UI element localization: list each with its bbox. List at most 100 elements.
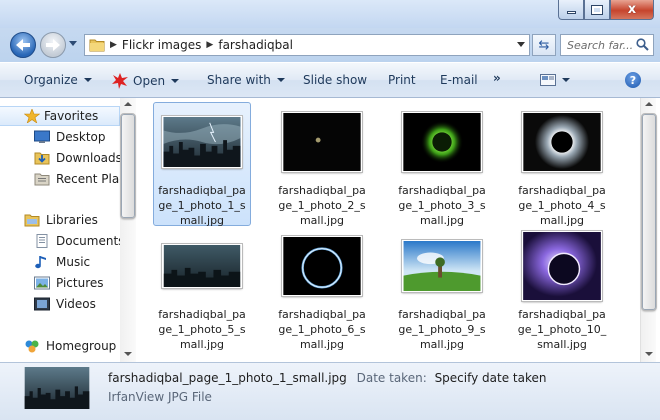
file-name: farshadiqbal_page_1_photo_1_small.jpg <box>158 184 246 227</box>
photo-black-eclipse-thumbnail <box>521 111 603 173</box>
file-name: farshadiqbal_page_1_photo_5_small.jpg <box>158 308 246 351</box>
maximize-button[interactable] <box>584 0 610 20</box>
search-input[interactable] <box>561 35 633 55</box>
nav-videos[interactable]: Videos <box>0 294 96 314</box>
search-icon[interactable] <box>636 38 649 51</box>
file-tile[interactable]: farshadiqbal_page_1_photo_1_small.jpg <box>153 102 251 227</box>
more-commands-button[interactable]: » <box>493 71 501 85</box>
nav-favorites[interactable]: Favorites <box>0 106 120 126</box>
file-name: farshadiqbal_page_1_photo_2_small.jpg <box>278 184 366 227</box>
nav-homegroup[interactable]: Homegroup <box>0 336 116 356</box>
chevron-down-icon <box>83 78 92 82</box>
file-name: farshadiqbal_page_1_photo_10_small.jpg <box>517 308 607 351</box>
share-with-button[interactable]: Share with <box>207 73 285 87</box>
nav-homegroup-label: Homegroup <box>46 339 117 353</box>
date-taken-label: Date taken: <box>356 371 427 385</box>
homegroup-icon <box>25 340 39 353</box>
nav-libraries[interactable]: Libraries <box>0 210 98 230</box>
details-pane: farshadiqbal_page_1_photo_1_small.jpg Da… <box>0 362 660 420</box>
nav-videos-label: Videos <box>56 297 96 311</box>
date-taken-value[interactable]: Specify date taken <box>435 371 547 385</box>
file-name: farshadiqbal_page_1_photo_9_small.jpg <box>398 308 486 351</box>
help-icon: ? <box>629 73 637 87</box>
close-icon: x <box>627 2 637 17</box>
folder-icon <box>89 39 105 52</box>
nav-downloads[interactable]: Downloads <box>0 148 122 168</box>
close-button[interactable]: x <box>610 0 654 20</box>
nav-pictures-label: Pictures <box>56 276 104 290</box>
nav-downloads-label: Downloads <box>56 151 122 165</box>
nav-libraries-label: Libraries <box>46 213 98 227</box>
nav-documents[interactable]: Documents <box>0 231 124 251</box>
file-tile[interactable]: farshadiqbal_page_1_photo_5_small.jpg <box>153 226 251 351</box>
star-icon <box>24 109 40 123</box>
organize-label: Organize <box>24 73 78 87</box>
forward-button[interactable] <box>40 32 66 58</box>
refresh-button[interactable]: ⇆ <box>532 34 556 56</box>
slideshow-label: Slide show <box>303 73 368 87</box>
navigation-scrollbar[interactable] <box>120 98 136 362</box>
address-dropdown-icon[interactable] <box>517 42 525 47</box>
breadcrumb-separator-icon[interactable]: ▶ <box>206 40 213 50</box>
videos-icon <box>34 297 50 311</box>
file-name: farshadiqbal_page_1_photo_3_small.jpg <box>398 184 486 227</box>
scroll-up-icon[interactable] <box>645 102 653 106</box>
breadcrumb-farshadiqbal[interactable]: farshadiqbal <box>218 38 293 52</box>
organize-button[interactable]: Organize <box>24 73 92 87</box>
scroll-thumb[interactable] <box>641 113 657 311</box>
scroll-up-icon[interactable] <box>124 102 132 106</box>
minimize-icon <box>566 11 576 14</box>
file-tile[interactable]: farshadiqbal_page_1_photo_2_small.jpg <box>273 102 371 227</box>
address-bar[interactable]: ▶ Flickr images ▶ farshadiqbal <box>84 34 530 56</box>
scroll-thumb[interactable] <box>120 113 136 219</box>
nav-music[interactable]: Music <box>0 252 90 272</box>
file-tile[interactable]: farshadiqbal_page_1_photo_4_small.jpg <box>513 102 611 227</box>
nav-recent-places[interactable]: Recent Places <box>0 169 135 189</box>
minimize-button[interactable] <box>558 0 584 20</box>
desktop-icon <box>34 130 50 143</box>
print-button[interactable]: Print <box>388 73 416 87</box>
selected-file-thumbnail <box>24 367 90 409</box>
open-button[interactable]: Open <box>112 73 180 89</box>
breadcrumb-separator-icon[interactable]: ▶ <box>110 40 117 50</box>
file-tile[interactable]: farshadiqbal_page_1_photo_10_small.jpg <box>513 226 611 351</box>
breadcrumb-flickr-images[interactable]: Flickr images <box>122 38 202 52</box>
chevron-down-icon <box>562 78 570 82</box>
view-icon <box>540 74 556 86</box>
change-view-button[interactable] <box>540 74 570 86</box>
open-label: Open <box>133 74 166 88</box>
scroll-down-icon[interactable] <box>124 352 132 356</box>
photo-purple-eclipse-thumbnail <box>521 230 603 302</box>
search-box[interactable] <box>560 34 654 56</box>
share-label: Share with <box>207 73 271 87</box>
details-filename: farshadiqbal_page_1_photo_1_small.jpg <box>108 371 347 385</box>
nav-pictures[interactable]: Pictures <box>0 273 104 293</box>
details-file-info: farshadiqbal_page_1_photo_1_small.jpg Da… <box>108 371 546 385</box>
chevron-down-icon <box>276 78 285 82</box>
file-name: farshadiqbal_page_1_photo_4_small.jpg <box>518 184 606 227</box>
file-tile[interactable]: farshadiqbal_page_1_photo_9_small.jpg <box>393 226 491 351</box>
slide-show-button[interactable]: Slide show <box>303 73 367 87</box>
libraries-icon <box>24 214 40 227</box>
nav-music-label: Music <box>56 255 91 269</box>
recent-pages-dropdown[interactable] <box>69 41 77 47</box>
command-toolbar: Organize Open Share with Slide show Prin… <box>0 62 660 98</box>
refresh-icon: ⇆ <box>538 37 550 53</box>
recent-places-icon <box>34 173 50 186</box>
file-tile[interactable]: farshadiqbal_page_1_photo_6_small.jpg <box>273 226 371 351</box>
email-button[interactable]: E-mail <box>440 73 478 87</box>
back-button[interactable] <box>10 32 36 58</box>
scroll-down-icon[interactable] <box>645 352 653 356</box>
address-row: ▶ Flickr images ▶ farshadiqbal ⇆ <box>0 28 660 62</box>
window-controls: x <box>558 0 654 20</box>
forward-arrow-icon <box>46 39 60 51</box>
nav-desktop-label: Desktop <box>56 130 106 144</box>
content-scrollbar[interactable] <box>640 98 657 362</box>
help-button[interactable]: ? <box>625 72 641 88</box>
file-tile[interactable]: farshadiqbal_page_1_photo_3_small.jpg <box>393 102 491 227</box>
photo-ring-eclipse-thumbnail <box>281 235 363 297</box>
title-bar: x <box>0 0 660 28</box>
nav-desktop[interactable]: Desktop <box>0 127 106 147</box>
file-name: farshadiqbal_page_1_photo_6_small.jpg <box>278 308 366 351</box>
maximize-icon <box>591 4 603 15</box>
